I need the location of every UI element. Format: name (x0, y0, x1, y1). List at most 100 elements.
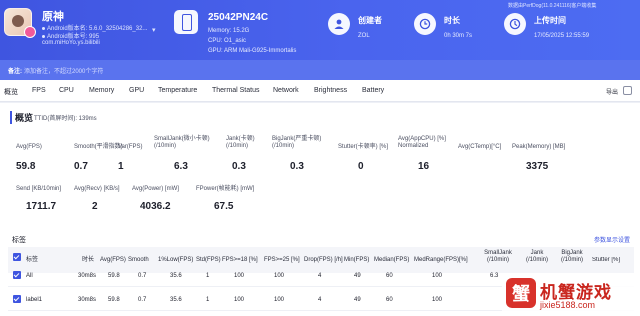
stat-value: 59.8 (16, 161, 36, 172)
overview-title: 概览 (10, 111, 33, 124)
upload-time-label: 上传时间 (534, 16, 566, 25)
column-header[interactable]: SmallJank (/10min) (480, 250, 516, 264)
stat-label: SmallJank(微小卡顿) (/10min) (154, 136, 210, 149)
ttid-text: TTID(首屏时间): 139ms (34, 116, 97, 122)
tab-fps[interactable]: FPS (32, 87, 46, 94)
stat-label: Peak(Memory) [MB] (512, 144, 566, 150)
stat-value: 16 (418, 161, 430, 172)
column-header[interactable]: Median(FPS) (374, 257, 409, 264)
clock-icon (414, 13, 436, 35)
tab-cpu[interactable]: CPU (59, 87, 74, 94)
column-header[interactable]: 时长 (82, 257, 94, 264)
stat-value: 0.3 (232, 161, 246, 172)
column-header[interactable]: FPS>=25 [%] (264, 257, 300, 264)
column-header[interactable]: Drop(FPS) [/h] (304, 257, 343, 264)
table-cell: 59.8 (108, 297, 120, 303)
table-cell: 0.7 (138, 297, 147, 303)
duration-value: 0h 30m 7s (444, 33, 473, 39)
table-cell: 60 (386, 273, 393, 279)
table-cell: 100 (432, 297, 443, 303)
tab-battery[interactable]: Battery (362, 87, 384, 94)
table-cell: 1 (206, 273, 210, 279)
creator-value: ZOL (358, 33, 370, 39)
tab-temperature[interactable]: Temperature (158, 87, 197, 94)
stat-value: 6.3 (174, 161, 188, 172)
stat-label: Send [KB/10min] (16, 186, 62, 192)
tab-network[interactable]: Network (273, 87, 299, 94)
upload-time-value: 17/05/2025 12:55:59 (534, 33, 590, 39)
app-dropdown-icon[interactable]: ▾ (152, 26, 156, 34)
stat-value: 3375 (526, 161, 549, 172)
table-cell: 100 (274, 297, 285, 303)
table-cell: 100 (432, 273, 443, 279)
param-display-settings-link[interactable]: 参数显示设置 (594, 235, 630, 244)
device-cpu: CPU: O1_asic (208, 38, 247, 44)
stat-label: BigJank(严重卡顿) (/10min) (272, 136, 322, 149)
tab-memory[interactable]: Memory (89, 87, 114, 94)
duration-label: 时长 (444, 16, 460, 25)
stat-label: Avg(FPS) (16, 144, 42, 150)
column-header[interactable]: Std(FPS) (196, 257, 221, 264)
site-watermark: 蟹 机蟹游戏 jixie5188.com (502, 274, 638, 314)
stat-label: Var(FPS) (118, 144, 143, 150)
stat-label: Avg(Power) [mW] (132, 186, 179, 192)
tab-overview[interactable]: 概览 (4, 87, 18, 97)
stat-value: 1 (118, 161, 124, 172)
user-icon (328, 13, 350, 35)
column-header[interactable]: Stutter [%] (592, 257, 632, 264)
stat-value: 0 (358, 161, 364, 172)
stat-label: Smooth(平滑指数) (74, 144, 123, 150)
row-checkbox[interactable] (13, 271, 21, 279)
row-label: All (26, 273, 33, 279)
remark-label: 备注: (8, 69, 22, 75)
column-header[interactable]: Avg(FPS) (100, 257, 126, 264)
stat-value: 4036.2 (140, 201, 171, 212)
watermark-logo-icon: 蟹 (506, 278, 536, 308)
table-cell: 6.3 (490, 273, 499, 279)
export-button[interactable]: 导出 (606, 87, 618, 96)
table-cell: 30m8s (78, 273, 97, 279)
stat-label: Jank(卡顿) (/10min) (226, 136, 255, 149)
app-package: com.miHoYo.ys.bilibili (42, 40, 100, 46)
remark-input[interactable]: 添加备注，不超过2000个字符 (24, 66, 103, 75)
upload-time-icon (504, 13, 526, 35)
row-label: label1 (26, 297, 43, 303)
header-banner: 原神 Android版本名: 5.6.0_32504286_32... Andr… (0, 0, 640, 60)
column-header[interactable]: Smooth (128, 257, 149, 264)
row-checkbox[interactable] (13, 295, 21, 303)
device-gpu: GPU: ARM Mali-G925-Immortalis (208, 48, 297, 54)
table-cell: 49 (354, 273, 361, 279)
bilibili-badge-icon (24, 26, 36, 38)
stat-label: Avg(CTemp)[°C] (458, 144, 502, 150)
stat-label: Stutter(卡顿率) [%] (338, 144, 389, 150)
tab-brightness[interactable]: Brightness (314, 87, 347, 94)
stat-value: 0.7 (74, 161, 88, 172)
column-header[interactable]: Jank (/10min) (522, 250, 552, 264)
column-header[interactable]: FPS>=18 [%] (222, 257, 258, 264)
stat-value: 67.5 (214, 201, 234, 212)
stat-label: FPower(帧能耗) [mW] (196, 186, 255, 192)
stat-value: 2 (92, 201, 98, 212)
metric-tabs: 概览 FPS CPU Memory GPU Temperature Therma… (0, 80, 640, 102)
select-all-checkbox[interactable] (13, 253, 21, 261)
table-cell: 35.6 (170, 273, 182, 279)
table-cell: 30m8s (78, 297, 97, 303)
tab-gpu[interactable]: GPU (129, 87, 144, 94)
app-version-code-line: Android版本号: 995 (42, 31, 99, 40)
table-cell: 100 (234, 273, 245, 279)
column-header[interactable]: Min(FPS) (344, 257, 369, 264)
remark-bar: 备注: 添加备注，不超过2000个字符 (0, 60, 640, 80)
column-header[interactable]: BigJank (/10min) (554, 250, 590, 264)
table-cell: 0.7 (138, 273, 147, 279)
table-cell: 1 (206, 297, 210, 303)
table-cell: 4 (318, 273, 322, 279)
expand-icon[interactable] (623, 86, 632, 95)
table-cell: 59.8 (108, 273, 120, 279)
column-header[interactable]: MedRange(FPS)[%] (414, 257, 468, 264)
column-header[interactable]: 1%Low(FPS) (158, 257, 193, 264)
column-header[interactable]: 标签 (26, 257, 38, 264)
table-cell: 49 (354, 297, 361, 303)
creator-label: 创建者 (358, 16, 382, 25)
tab-thermal-status[interactable]: Thermal Status (212, 87, 259, 94)
phone-icon (174, 10, 198, 34)
